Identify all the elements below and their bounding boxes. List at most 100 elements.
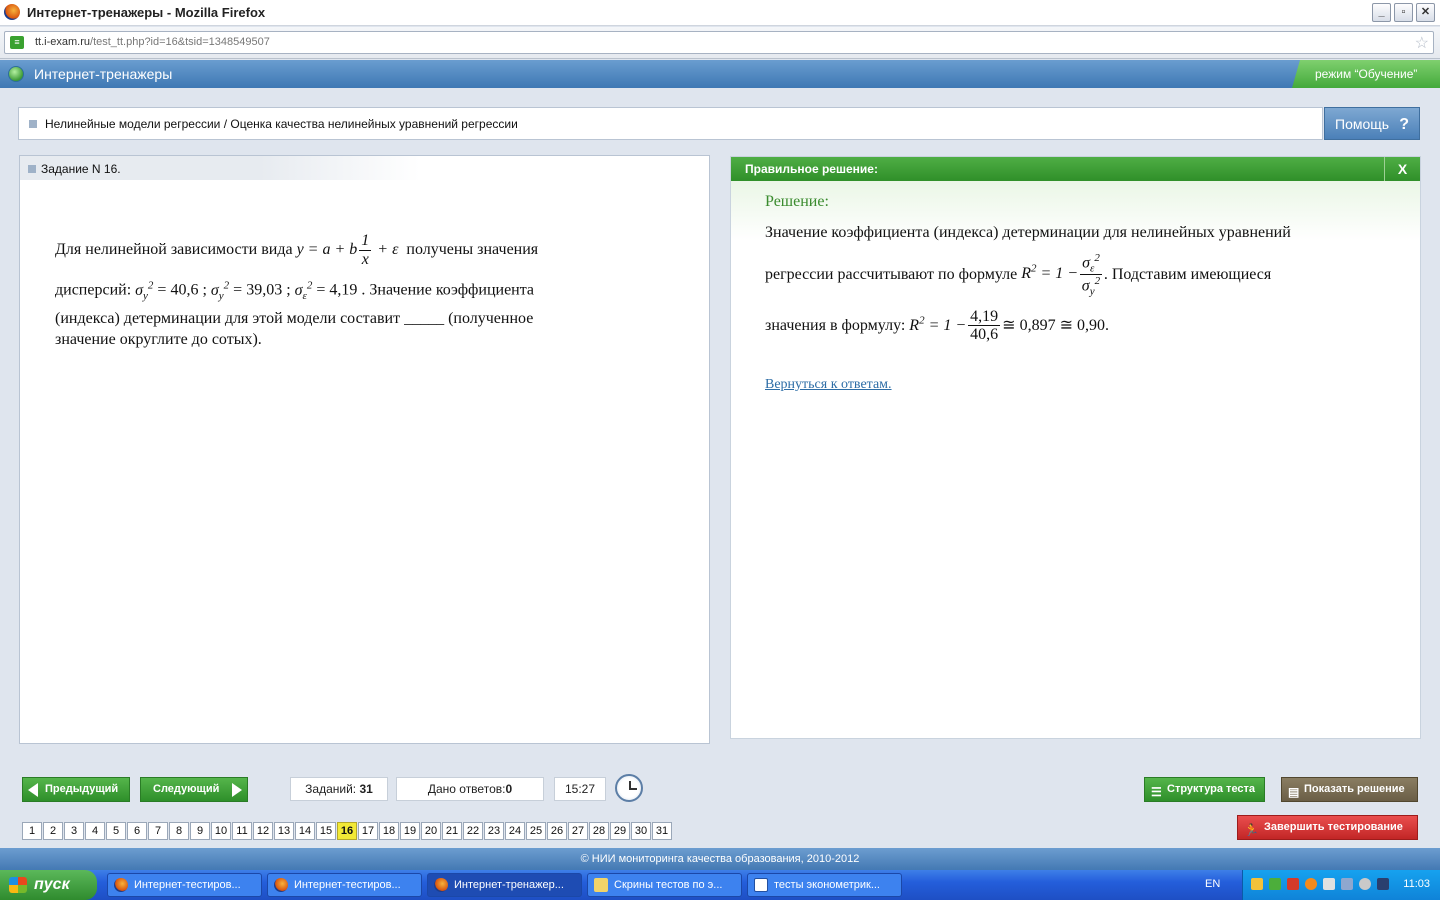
solution-text-4: значения в формулу:: [765, 316, 906, 334]
page-button[interactable]: 30: [631, 822, 651, 840]
address-bar[interactable]: ≡ tt.i-exam.ru/test_tt.php?id=16&tsid=13…: [4, 31, 1434, 54]
taskbar-item[interactable]: тесты эконометрик...: [747, 873, 902, 897]
answers-count: Дано ответов:0: [396, 777, 544, 801]
list-icon: ☰: [1151, 785, 1162, 799]
test-structure-label: Структура теста: [1167, 783, 1256, 795]
app-header: Интернет-тренажеры режим “Обучение”: [0, 60, 1440, 88]
tray-app-icon[interactable]: [1269, 878, 1281, 890]
next-label: Следующий: [153, 783, 220, 795]
tray-app-icon[interactable]: [1305, 878, 1317, 890]
page-button[interactable]: 10: [211, 822, 231, 840]
folder-icon: [594, 878, 608, 892]
firefox-icon: [434, 878, 448, 892]
runner-icon: 🏃: [1244, 823, 1259, 837]
tray-app-icon[interactable]: [1287, 878, 1299, 890]
previous-button[interactable]: Предыдущий: [22, 777, 130, 802]
address-url[interactable]: tt.i-exam.ru/test_tt.php?id=16&tsid=1348…: [35, 36, 270, 48]
task-line-4: значение округлите до сотых).: [55, 330, 262, 348]
show-solution-button[interactable]: ▤ Показать решение: [1281, 777, 1418, 802]
page-button[interactable]: 13: [274, 822, 294, 840]
task-line-3: (индекса) детерминации для этой модели с…: [55, 310, 534, 327]
arrow-left-icon: [28, 783, 38, 797]
page-button[interactable]: 8: [169, 822, 189, 840]
variance-y: = 40,6 ;: [157, 281, 207, 299]
page-button[interactable]: 11: [232, 822, 252, 840]
taskbar-item[interactable]: Интернет-тестиров...: [267, 873, 422, 897]
page-button[interactable]: 23: [484, 822, 504, 840]
r2-calc: R2 = 1 −: [909, 314, 967, 334]
variance-eps: = 4,19 .: [316, 281, 366, 299]
help-label: Помощь: [1335, 116, 1390, 132]
next-button[interactable]: Следующий: [140, 777, 248, 802]
page-button[interactable]: 4: [85, 822, 105, 840]
solution-title: Правильное решение:: [745, 162, 878, 176]
clock-icon: [615, 774, 643, 802]
show-solution-label: Показать решение: [1304, 783, 1405, 795]
page-button[interactable]: 31: [652, 822, 672, 840]
page-button[interactable]: 27: [568, 822, 588, 840]
network-icon[interactable]: [1341, 878, 1353, 890]
help-button[interactable]: Помощь ?: [1324, 107, 1420, 140]
page-button[interactable]: 26: [547, 822, 567, 840]
tray-app-icon[interactable]: [1251, 878, 1263, 890]
back-to-answers-link[interactable]: Вернуться к ответам.: [765, 377, 892, 393]
page-button[interactable]: 6: [127, 822, 147, 840]
page-button[interactable]: 19: [400, 822, 420, 840]
maximize-button[interactable]: ▫: [1394, 3, 1413, 22]
solution-line-3: значения в формулу: R2 = 1 −4,19 40,6 ≅ 0,…: [765, 308, 1385, 344]
solution-header: Правильное решение: X: [731, 157, 1420, 181]
page-button[interactable]: 1: [22, 822, 42, 840]
r2-denominator: σy2: [1081, 275, 1101, 298]
navigation-toolbar: ≡ tt.i-exam.ru/test_tt.php?id=16&tsid=13…: [0, 27, 1440, 59]
tasks-count-value: 31: [359, 782, 373, 796]
task-header: Задание N 16.: [20, 156, 420, 180]
calc-result: ≅ 0,897 ≅ 0,90.: [1002, 316, 1109, 334]
tray-app-icon[interactable]: [1359, 878, 1371, 890]
minimize-button[interactable]: _: [1372, 3, 1391, 22]
page-button[interactable]: 3: [64, 822, 84, 840]
start-button[interactable]: пуск: [0, 870, 97, 900]
page-button[interactable]: 5: [106, 822, 126, 840]
previous-label: Предыдущий: [45, 783, 119, 795]
page-button[interactable]: 14: [295, 822, 315, 840]
topic-breadcrumb-bar: Нелинейные модели регрессии / Оценка кач…: [18, 107, 1323, 140]
page-button[interactable]: 24: [505, 822, 525, 840]
finish-test-button[interactable]: 🏃 Завершить тестирование: [1237, 815, 1418, 840]
taskbar-item[interactable]: Интернет-тестиров...: [107, 873, 262, 897]
taskbar-item-label: Интернет-тестиров...: [134, 879, 241, 891]
task-line-1: Для нелинейной зависимости вида y = a + …: [55, 232, 665, 268]
test-structure-button[interactable]: ☰ Структура теста: [1144, 777, 1265, 802]
sigma-y-symbol: σy2: [135, 279, 154, 302]
page-button-current[interactable]: 16: [337, 822, 357, 840]
word-document-icon: [754, 878, 768, 892]
page-button[interactable]: 7: [148, 822, 168, 840]
formula-rhs: + ε: [377, 240, 399, 258]
page-button[interactable]: 12: [253, 822, 273, 840]
firefox-icon: [274, 878, 288, 892]
page-button[interactable]: 17: [358, 822, 378, 840]
page-button[interactable]: 29: [610, 822, 630, 840]
page-button[interactable]: 9: [190, 822, 210, 840]
language-indicator[interactable]: EN: [1205, 878, 1220, 890]
taskbar-item-label: Интернет-тестиров...: [294, 879, 401, 891]
page-button[interactable]: 25: [526, 822, 546, 840]
volume-icon[interactable]: [1323, 878, 1335, 890]
display-icon[interactable]: [1377, 878, 1389, 890]
page-button[interactable]: 21: [442, 822, 462, 840]
page-button[interactable]: 28: [589, 822, 609, 840]
breadcrumb: Нелинейные модели регрессии / Оценка кач…: [45, 117, 518, 131]
close-window-button[interactable]: ✕: [1416, 3, 1435, 22]
page-button[interactable]: 2: [43, 822, 63, 840]
task-question: Для нелинейной зависимости вида y = a + …: [55, 232, 665, 351]
page-button[interactable]: 15: [316, 822, 336, 840]
taskbar-item[interactable]: Скрины тестов по э...: [587, 873, 742, 897]
bookmark-star-icon[interactable]: ☆: [1415, 33, 1429, 53]
solution-text-3: . Подставим имеющиеся: [1103, 265, 1272, 283]
task-text-3: дисперсий:: [55, 281, 132, 299]
page-button[interactable]: 18: [379, 822, 399, 840]
close-solution-button[interactable]: X: [1384, 157, 1420, 181]
taskbar-item-active[interactable]: Интернет-тренажер...: [427, 873, 582, 897]
page-button[interactable]: 20: [421, 822, 441, 840]
page-button[interactable]: 22: [463, 822, 483, 840]
firefox-icon: [114, 878, 128, 892]
